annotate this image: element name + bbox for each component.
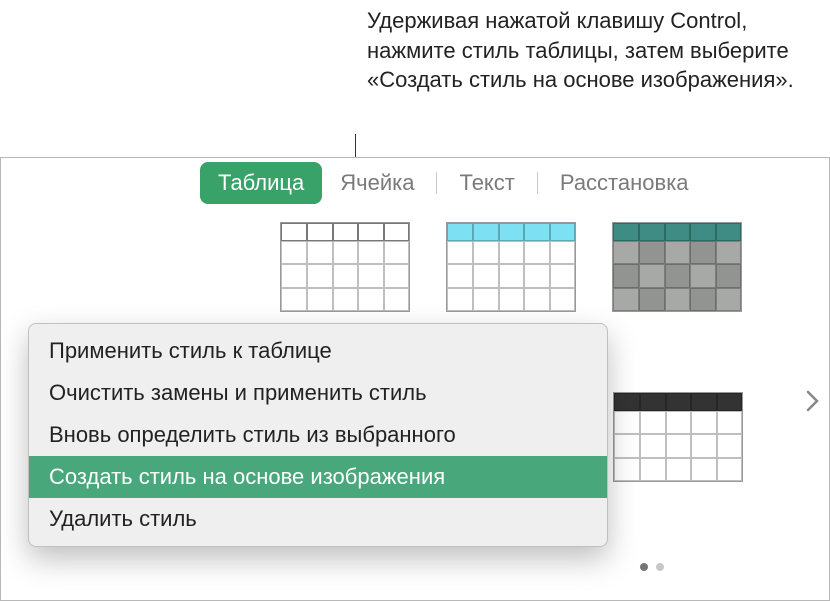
menu-delete-style[interactable]: Удалить стиль <box>29 498 607 540</box>
tab-cell[interactable]: Ячейка <box>322 162 432 204</box>
tab-arrange[interactable]: Расстановка <box>542 162 707 204</box>
style-context-menu: Применить стиль к таблице Очистить замен… <box>28 323 608 547</box>
inspector-tabs: Таблица Ячейка Текст Расстановка <box>200 162 707 204</box>
table-style-thumb-1[interactable] <box>280 222 410 312</box>
page-dot-1[interactable] <box>640 563 648 571</box>
instruction-caption: Удерживая нажатой клавишу Control, нажми… <box>367 6 797 95</box>
tab-separator <box>436 172 437 194</box>
style-page-dots <box>640 563 664 571</box>
tab-text[interactable]: Текст <box>441 162 532 204</box>
table-style-thumb-4[interactable] <box>613 392 743 482</box>
tab-table[interactable]: Таблица <box>200 162 322 204</box>
styles-next-icon[interactable] <box>806 388 820 419</box>
page-dot-2[interactable] <box>656 563 664 571</box>
menu-apply-style[interactable]: Применить стиль к таблице <box>29 330 607 372</box>
table-styles-row <box>280 222 760 312</box>
table-style-thumb-3[interactable] <box>612 222 742 312</box>
table-style-thumb-2[interactable] <box>446 222 576 312</box>
tab-separator <box>537 172 538 194</box>
table-styles-row-2 <box>613 392 743 482</box>
menu-clear-overrides[interactable]: Очистить замены и применить стиль <box>29 372 607 414</box>
menu-redefine-style[interactable]: Вновь определить стиль из выбранного <box>29 414 607 456</box>
menu-create-from-image[interactable]: Создать стиль на основе изображения <box>29 456 607 498</box>
